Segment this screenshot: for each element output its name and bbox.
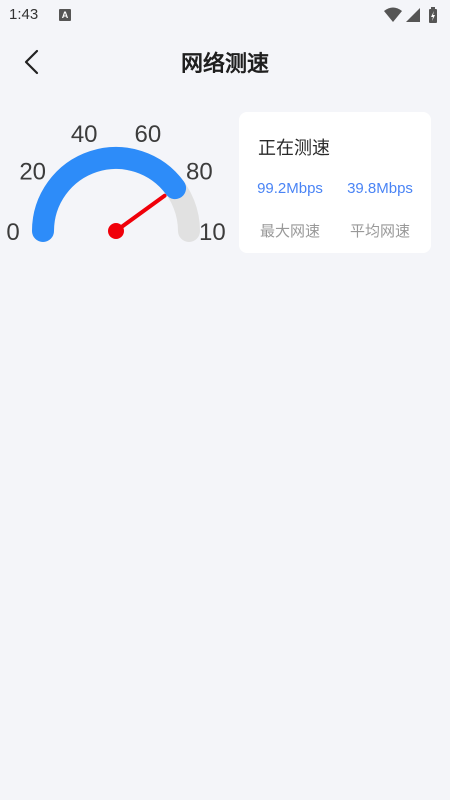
gauge-tick-label: 80 <box>186 158 213 185</box>
speed-labels: 最大网速 平均网速 <box>239 220 431 241</box>
battery-charging-icon <box>429 7 437 23</box>
max-speed-value: 99.2Mbps <box>257 180 323 197</box>
speed-result-card: 正在测速 99.2Mbps 39.8Mbps 最大网速 平均网速 <box>239 112 431 253</box>
avg-speed-value: 39.8Mbps <box>347 180 413 197</box>
wifi-icon <box>384 7 402 22</box>
gauge-needle <box>114 193 167 233</box>
gauge-tick-label: 20 <box>19 158 46 185</box>
gauge-svg: 0 20 40 60 80 100 <box>6 121 225 246</box>
max-speed-label: 最大网速 <box>259 222 320 240</box>
status-icons <box>382 5 442 25</box>
avg-speed-label: 平均网速 <box>349 222 410 240</box>
page-title: 网络测速 <box>180 52 269 77</box>
gauge-tick-label: 40 <box>71 121 98 148</box>
app-header: 网络测速 <box>0 32 450 90</box>
gauge-needle-hub <box>108 223 124 239</box>
a-notification-icon: A <box>59 9 71 21</box>
gauge-progress-arc <box>32 147 187 242</box>
gauge-tick-label: 60 <box>134 121 161 148</box>
speed-gauge: 0 20 40 60 80 100 <box>0 105 225 255</box>
gauge-tick-label: 0 <box>6 219 19 246</box>
status-bar: 1:43 A <box>0 0 450 32</box>
gauge-tick-label: 100 <box>199 219 225 246</box>
status-time: 1:43 <box>9 6 39 23</box>
test-status-label: 正在测速 <box>258 138 330 159</box>
signal-icon <box>406 8 420 22</box>
speed-values: 99.2Mbps 39.8Mbps <box>239 180 431 197</box>
